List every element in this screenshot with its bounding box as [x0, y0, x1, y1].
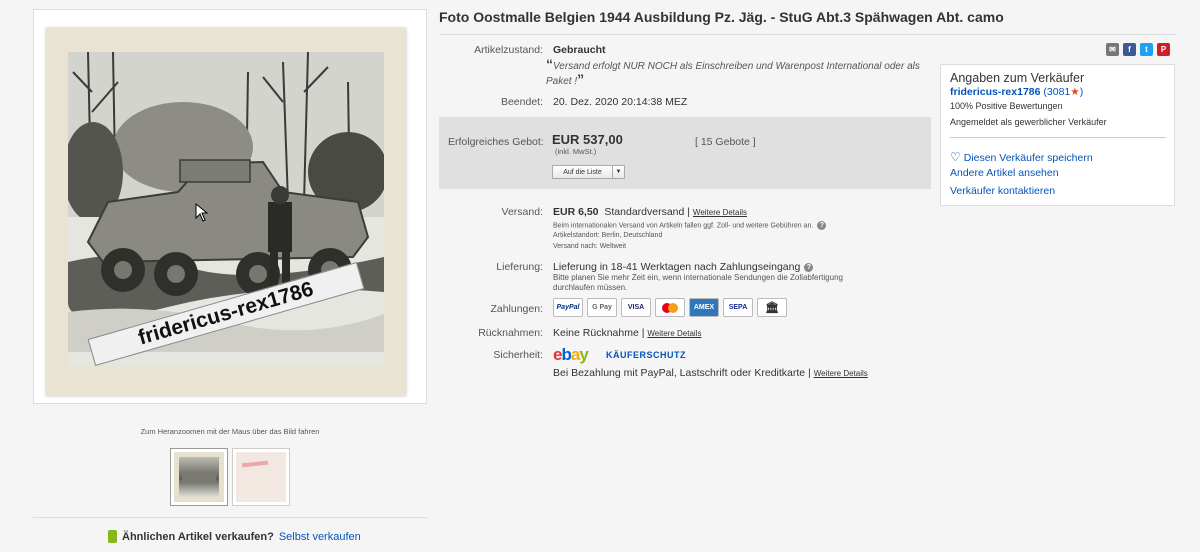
shipping-row: EUR 6,50 Standardversand | Weitere Detai… — [553, 206, 748, 218]
delivery-note-2: durchlaufen müssen. — [553, 283, 628, 292]
ebay-logo: ebay — [553, 345, 589, 364]
condition-note: “Versand erfolgt NUR NOCH als Einschreib… — [546, 56, 920, 87]
thumbnail-strip — [170, 448, 290, 506]
paypal-icon: PayPal — [553, 298, 583, 317]
zoom-hint: Zum Heranzoomen mit der Maus über das Bi… — [140, 427, 320, 436]
sell-yourself-link[interactable]: Selbst verkaufen — [279, 531, 361, 543]
seller-score[interactable]: (3081 — [1043, 86, 1070, 98]
twitter-icon[interactable]: t — [1140, 43, 1153, 56]
bid-price: EUR 537,00 — [552, 132, 623, 147]
seller-type: Angemeldet als gewerblicher Verkäufer — [950, 117, 1107, 127]
returns-details-link[interactable]: Weitere Details — [647, 329, 701, 338]
delivery-note-1: Bitte planen Sie mehr Zeit ein, wenn int… — [553, 273, 843, 282]
positive-feedback: 100% Positive Bewertungen — [950, 101, 1063, 111]
star-icon: ★ — [1070, 86, 1080, 98]
photo-scene: fridericus-rex1786 — [68, 52, 384, 366]
winning-bid-box: Erfolgreiches Gebot: EUR 537,00 (inkl. M… — [439, 117, 931, 189]
help-icon[interactable]: ? — [804, 262, 814, 272]
divider — [33, 517, 427, 518]
thumbnail-back[interactable] — [232, 448, 290, 506]
ended-label: Beendet: — [500, 96, 543, 108]
ended-value: 20. Dez. 2020 20:14:38 MEZ — [553, 96, 688, 108]
add-to-watchlist-button[interactable]: Auf die Liste ▼ — [552, 165, 625, 179]
visa-icon: VISA — [621, 298, 651, 317]
seller-divider — [950, 137, 1166, 138]
delivery-label: Lieferung: — [496, 261, 543, 273]
condition-value: Gebraucht — [553, 44, 606, 56]
intl-note-text: Beim internationalen Versand von Artikel… — [553, 222, 814, 230]
sell-similar: Ähnlichen Artikel verkaufen? Selbst verk… — [108, 530, 361, 543]
bid-tax-note: (inkl. MwSt.) — [555, 147, 597, 156]
shipping-price: EUR 6,50 — [553, 206, 599, 218]
shipping-details-link[interactable]: Weitere Details — [693, 208, 747, 217]
title-divider — [439, 34, 1177, 35]
amex-icon: AMEX — [689, 298, 719, 317]
photo-card: fridericus-rex1786 — [46, 28, 406, 396]
bid-count-link[interactable]: [ 15 Gebote ] — [695, 136, 756, 148]
item-title: Foto Oostmalle Belgien 1944 Ausbildung P… — [439, 9, 1004, 25]
sepa-icon: SEPA — [723, 298, 753, 317]
seller-info-box: Angaben zum Verkäufer fridericus-rex1786… — [940, 64, 1175, 206]
mastercard-icon — [655, 298, 685, 317]
returns-label: Rücknahmen: — [478, 327, 543, 339]
thumbnail-photo[interactable] — [170, 448, 228, 506]
facebook-icon[interactable]: f — [1123, 43, 1136, 56]
save-seller-label: Diesen Verkäufer speichern — [963, 152, 1093, 164]
security-row: Bei Bezahlung mit PayPal, Lastschrift od… — [553, 367, 868, 379]
seller-heading: Angaben zum Verkäufer — [950, 71, 1085, 85]
delivery-value: Lieferung in 18-41 Werktagen nach Zahlun… — [553, 261, 801, 273]
pinterest-icon[interactable]: P — [1157, 43, 1170, 56]
ships-to: Versand nach: Weltweit — [553, 243, 627, 250]
returns-value: Keine Rücknahme — [553, 327, 639, 339]
bank-transfer-icon: 🏛 — [757, 298, 787, 317]
save-seller-link[interactable]: ♡ Diesen Verkäufer speichern — [950, 150, 1093, 164]
shipping-method: Standardversand — [604, 206, 685, 218]
security-label: Sicherheit: — [493, 349, 543, 361]
security-text: Bei Bezahlung mit PayPal, Lastschrift od… — [553, 367, 806, 379]
security-details-link[interactable]: Weitere Details — [814, 369, 868, 378]
seller-name-link[interactable]: fridericus-rex1786 — [950, 86, 1040, 98]
help-icon[interactable]: ? — [817, 221, 827, 230]
listing-page: fridericus-rex1786 Zum Heranzoomen mit d… — [0, 0, 1200, 552]
tag-icon — [108, 530, 117, 543]
main-image[interactable]: fridericus-rex1786 — [33, 9, 427, 404]
watchlist-label: Auf die Liste — [563, 168, 602, 176]
email-icon[interactable]: ✉ — [1106, 43, 1119, 56]
item-location: Artikelstandort: Berlin, Deutschland — [553, 232, 663, 239]
share-icons: ✉ f t P — [1106, 43, 1170, 56]
condition-note-text: Versand erfolgt NUR NOCH als Einschreibe… — [546, 61, 920, 87]
payments-label: Zahlungen: — [490, 303, 543, 315]
contact-seller-link[interactable]: Verkäufer kontaktieren — [950, 185, 1055, 197]
condition-label: Artikelzustand: — [474, 44, 543, 56]
seller-name-row: fridericus-rex1786 (3081★) — [950, 86, 1083, 98]
buyer-protection: KÄUFERSCHUTZ — [606, 350, 686, 360]
intl-shipping-note: Beim internationalen Versand von Artikel… — [553, 221, 827, 230]
chevron-down-icon[interactable]: ▼ — [612, 166, 624, 178]
other-items-link[interactable]: Andere Artikel ansehen — [950, 167, 1059, 179]
returns-row: Keine Rücknahme | Weitere Details — [553, 327, 702, 339]
sell-similar-question: Ähnlichen Artikel verkaufen? — [122, 530, 274, 543]
payment-methods: PayPal G Pay VISA AMEX SEPA 🏛 — [553, 298, 787, 317]
delivery-row: Lieferung in 18-41 Werktagen nach Zahlun… — [553, 261, 814, 273]
bid-label: Erfolgreiches Gebot: — [448, 136, 544, 148]
google-pay-icon: G Pay — [587, 298, 617, 317]
seller-score-close: ) — [1079, 86, 1084, 98]
heart-icon: ♡ — [950, 150, 961, 164]
shipping-label: Versand: — [501, 206, 543, 218]
